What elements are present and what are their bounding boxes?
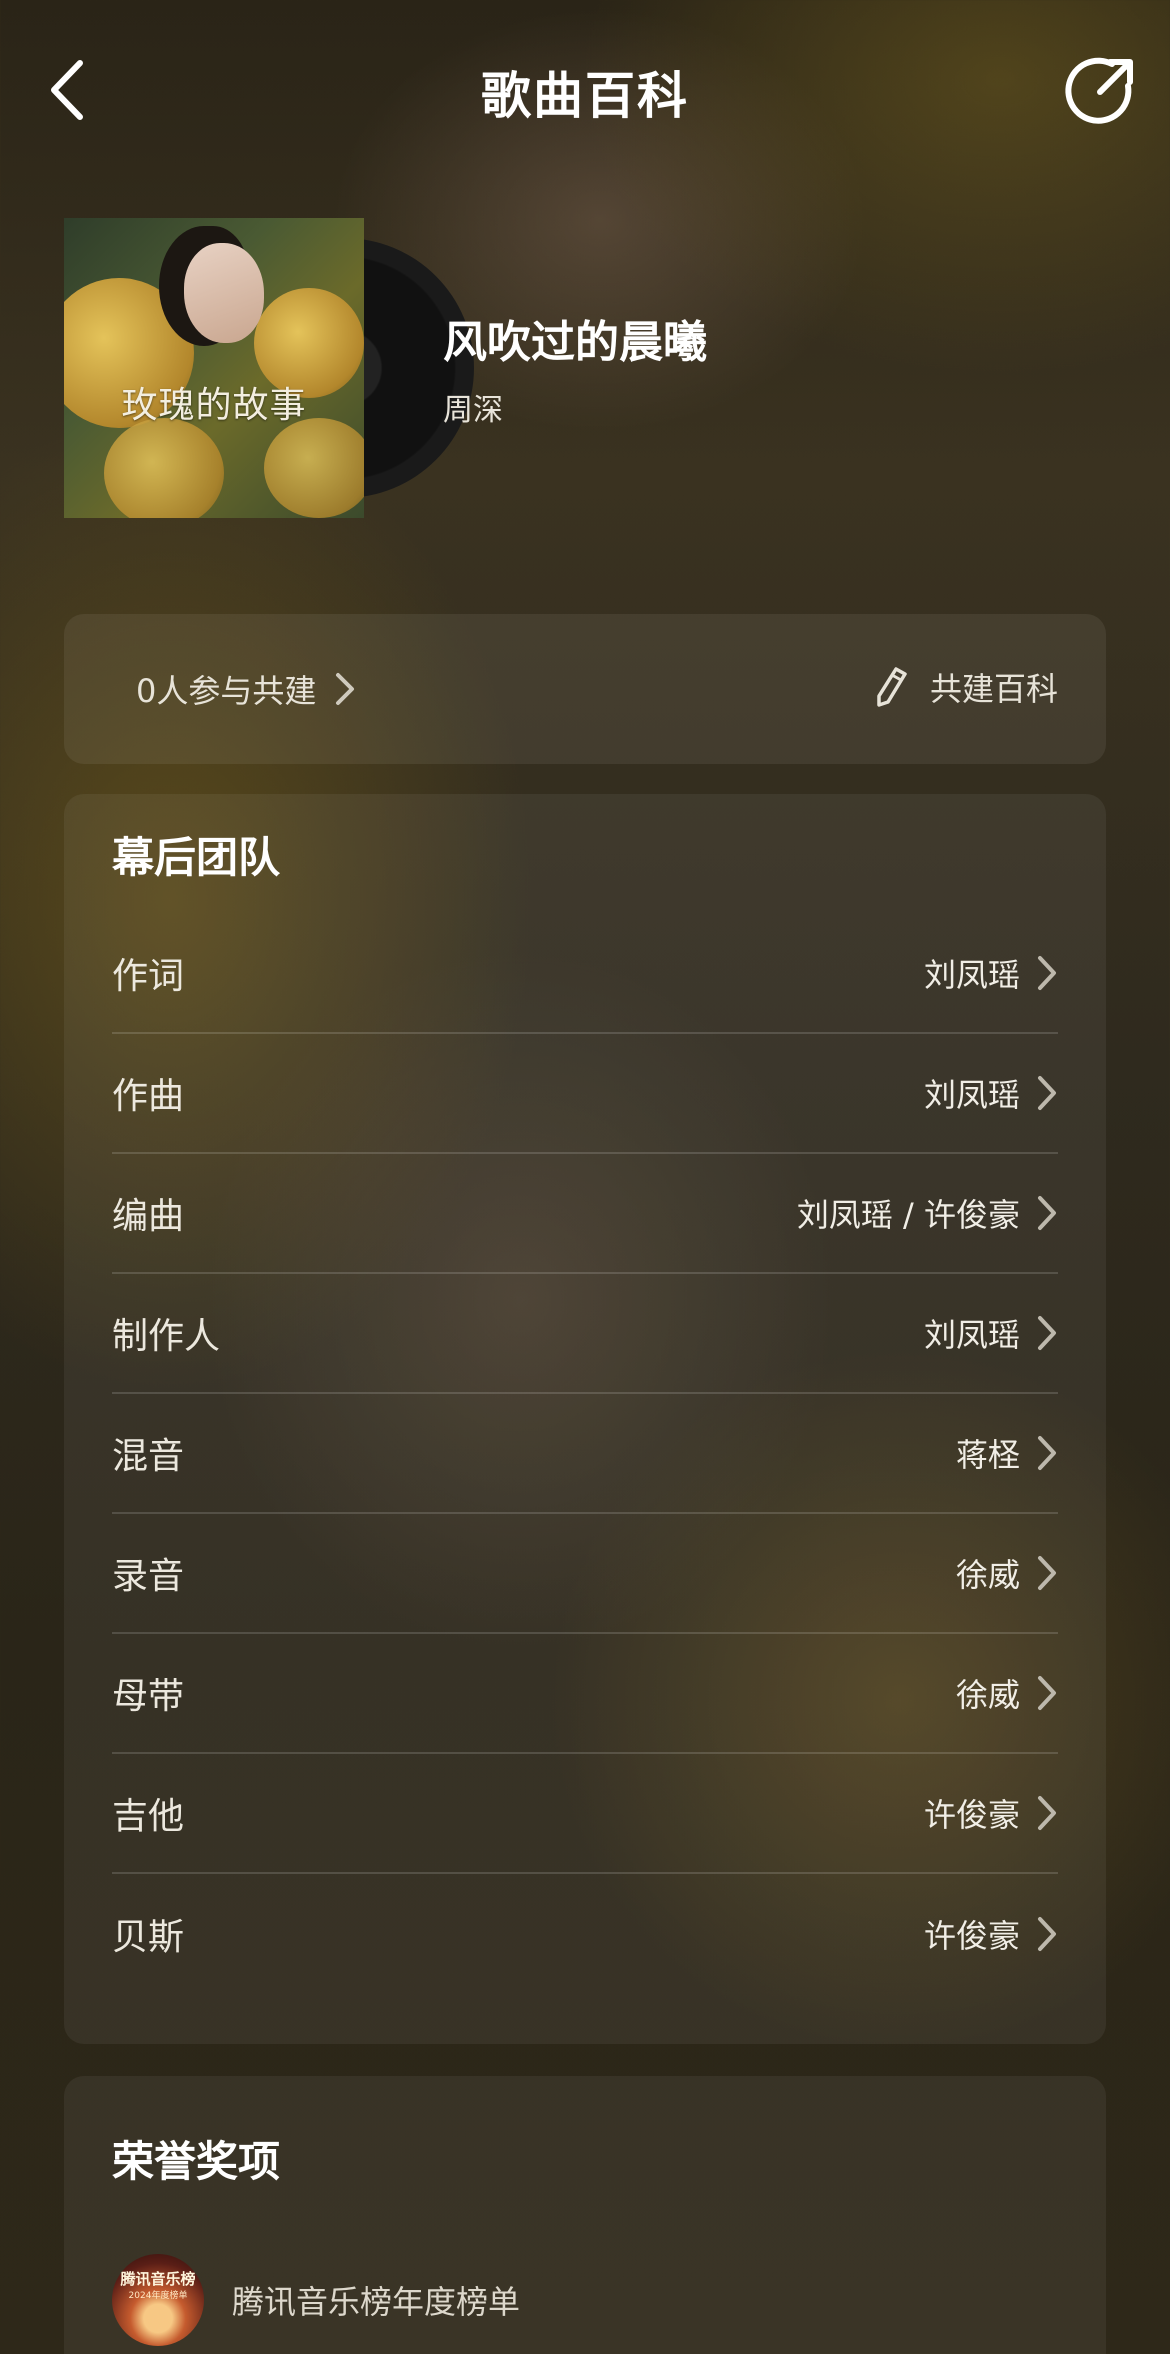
team-names: 许俊豪 (923, 1917, 1020, 1955)
chevron-right-icon (1038, 1796, 1056, 1830)
chevron-right-icon (1038, 1676, 1056, 1710)
team-role: 母带 (112, 1676, 185, 1717)
team-names-link[interactable]: 许俊豪 (924, 1911, 1058, 1957)
team-role: 制作人 (112, 1316, 221, 1357)
participants-label: 0人参与共建 (136, 672, 317, 710)
team-row[interactable]: 贝斯 许俊豪 (112, 1874, 1058, 1994)
team-row[interactable]: 混音 蒋柽 (112, 1394, 1058, 1514)
participants-link[interactable]: 0人参与共建 (136, 666, 356, 712)
section-title-honors: 荣誉奖项 (112, 2137, 281, 2186)
chevron-right-icon (1038, 1196, 1056, 1230)
song-title: 风吹过的晨曦 (443, 317, 707, 368)
team-names-link[interactable]: 徐威 (956, 1670, 1058, 1716)
team-role: 贝斯 (112, 1917, 185, 1958)
team-role: 作曲 (112, 1076, 185, 1117)
team-row[interactable]: 录音 徐威 (112, 1514, 1058, 1634)
chevron-right-icon (336, 673, 355, 705)
chevron-right-icon (1038, 956, 1056, 990)
team-names: 刘凤瑶 (923, 1316, 1020, 1354)
chevron-right-icon (1038, 1917, 1056, 1951)
team-role: 录音 (112, 1556, 185, 1597)
page-title: 歌曲百科 (481, 67, 689, 125)
cobuild-bar: 0人参与共建 共建百科 (64, 614, 1106, 764)
team-row[interactable]: 作词 刘凤瑶 (112, 914, 1058, 1034)
team-names: 蒋柽 (955, 1436, 1020, 1474)
share-icon (1065, 57, 1133, 124)
chevron-right-icon (1038, 1436, 1056, 1470)
team-row[interactable]: 编曲 刘凤瑶 / 许俊豪 (112, 1154, 1058, 1274)
team-names: 刘凤瑶 (923, 1076, 1020, 1114)
team-names-link[interactable]: 刘凤瑶 (924, 1310, 1058, 1356)
pencil-icon (877, 667, 907, 707)
honor-item[interactable]: 腾讯音乐榜 2024年度榜单 腾讯音乐榜年度榜单 (112, 2254, 520, 2346)
team-names: 徐威 (955, 1676, 1020, 1714)
team-row[interactable]: 母带 徐威 (112, 1634, 1058, 1754)
team-list: 作词 刘凤瑶 作曲 刘凤瑶 编曲 刘凤瑶 / 许俊豪 制作人 刘凤瑶 混音 蒋柽 录音 徐威 母带 徐威吉… (112, 914, 1058, 1994)
honor-label: 腾讯音乐榜年度榜单 (232, 2283, 521, 2321)
section-title-team: 幕后团队 (112, 833, 281, 882)
team-row[interactable]: 制作人 刘凤瑶 (112, 1274, 1058, 1394)
team-row[interactable]: 作曲 刘凤瑶 (112, 1034, 1058, 1154)
team-names-link[interactable]: 刘凤瑶 / 许俊豪 (797, 1190, 1058, 1236)
cobuild-button-label: 共建百科 (929, 670, 1058, 708)
song-artist[interactable]: 周深 (443, 385, 503, 429)
share-button[interactable] (1060, 52, 1140, 132)
honors-section: 荣誉奖项 腾讯音乐榜 2024年度榜单 腾讯音乐榜年度榜单 (64, 2076, 1106, 2354)
team-names-link[interactable]: 徐威 (956, 1550, 1058, 1596)
chevron-right-icon (1038, 1316, 1056, 1350)
team-role: 作词 (112, 956, 185, 997)
team-role: 吉他 (112, 1796, 185, 1837)
team-names-link[interactable]: 许俊豪 (924, 1790, 1058, 1836)
team-names: 刘凤瑶 / 许俊豪 (796, 1196, 1020, 1234)
chevron-right-icon (1038, 1076, 1056, 1110)
team-role: 混音 (112, 1436, 185, 1477)
team-section: 幕后团队 作词 刘凤瑶 作曲 刘凤瑶 编曲 刘凤瑶 / 许俊豪 制作人 刘凤瑶 混音 蒋柽 录音 徐威… (64, 794, 1106, 2044)
team-row[interactable]: 吉他 许俊豪 (112, 1754, 1058, 1874)
team-names-link[interactable]: 刘凤瑶 (924, 950, 1058, 996)
honor-logo: 腾讯音乐榜 2024年度榜单 (112, 2254, 204, 2346)
team-role: 编曲 (112, 1196, 185, 1237)
album-art: 玫瑰的故事 (64, 218, 364, 518)
team-names-link[interactable]: 刘凤瑶 (924, 1070, 1058, 1116)
album-cover-text: 玫瑰的故事 (121, 385, 307, 426)
team-names: 刘凤瑶 (923, 956, 1020, 994)
album-cover[interactable]: 玫瑰的故事 (64, 218, 474, 518)
cobuild-button[interactable]: 共建百科 (874, 664, 1058, 710)
top-bar: 歌曲百科 (0, 0, 1170, 180)
team-names-link[interactable]: 蒋柽 (956, 1430, 1058, 1476)
team-names: 许俊豪 (923, 1796, 1020, 1834)
team-names: 徐威 (955, 1556, 1020, 1594)
chevron-right-icon (1038, 1556, 1056, 1590)
